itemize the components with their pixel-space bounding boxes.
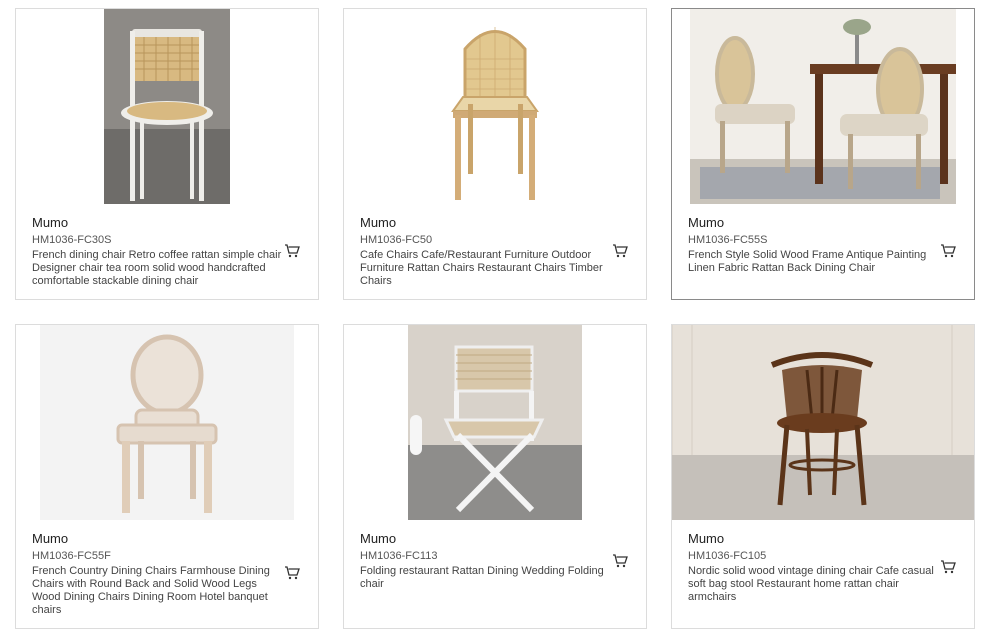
cart-icon[interactable] [284,243,300,259]
product-card[interactable]: Mumo HM1036-FC105 Nordic solid wood vint… [671,324,975,629]
product-sku: HM1036-FC30S [32,234,112,246]
product-brand: Mumo [360,531,397,546]
product-description[interactable]: French Style Solid Wood Frame Antique Pa… [688,249,938,275]
product-description[interactable]: French dining chair Retro coffee rattan … [32,249,282,288]
product-image[interactable] [344,325,646,520]
product-card[interactable]: Mumo HM1036-FC50 Cafe Chairs Cafe/Restau… [343,8,647,300]
cart-icon[interactable] [284,565,300,581]
product-description[interactable]: French Country Dining Chairs Farmhouse D… [32,565,282,617]
folding-rope-chair-photo [408,325,582,520]
product-sku: HM1036-FC55S [688,234,768,246]
product-card[interactable]: Mumo HM1036-FC55S French Style Solid Woo… [671,8,975,300]
upholstered-round-back-chair-photo [40,325,294,520]
product-card[interactable]: Mumo HM1036-FC30S French dining chair Re… [15,8,319,300]
product-brand: Mumo [688,531,725,546]
cart-icon[interactable] [940,559,956,575]
product-brand: Mumo [360,215,397,230]
bentwood-armchair-photo [672,325,974,520]
rattan-chair-white-frame-photo [104,9,230,204]
product-image[interactable] [672,325,974,520]
product-description[interactable]: Cafe Chairs Cafe/Restaurant Furniture Ou… [360,249,610,288]
product-image[interactable] [344,9,646,204]
product-image[interactable] [672,9,974,204]
product-image[interactable] [16,9,318,204]
product-sku: HM1036-FC55F [32,550,111,562]
cart-icon[interactable] [612,243,628,259]
product-card[interactable]: Mumo HM1036-FC113 Folding restaurant Rat… [343,324,647,629]
rattan-chair-natural-wood-photo [395,9,595,204]
product-brand: Mumo [32,215,69,230]
product-image[interactable] [16,325,318,520]
product-sku: HM1036-FC113 [360,550,438,562]
product-description[interactable]: Folding restaurant Rattan Dining Wedding… [360,565,610,591]
product-brand: Mumo [688,215,725,230]
product-card[interactable]: Mumo HM1036-FC55F French Country Dining … [15,324,319,629]
cart-icon[interactable] [612,553,628,569]
product-sku: HM1036-FC105 [688,550,767,562]
cart-icon[interactable] [940,243,956,259]
product-description[interactable]: Nordic solid wood vintage dining chair C… [688,565,938,604]
rattan-back-dining-chairs-room-photo [690,9,956,204]
product-sku: HM1036-FC50 [360,234,433,246]
product-brand: Mumo [32,531,69,546]
